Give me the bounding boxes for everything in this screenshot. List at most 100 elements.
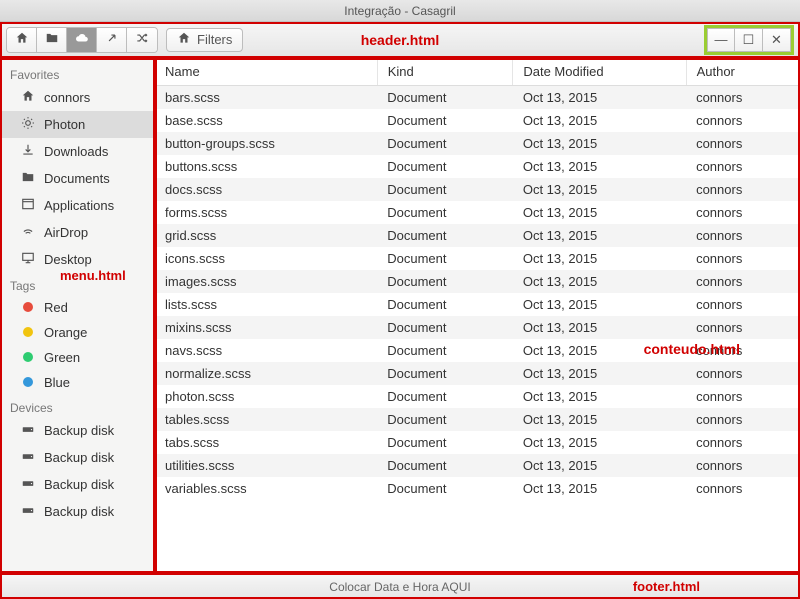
table-row[interactable]: images.scssDocumentOct 13, 2015connors [155,270,800,293]
cell-kind: Document [377,132,513,155]
table-row[interactable]: tables.scssDocumentOct 13, 2015connors [155,408,800,431]
maximize-button[interactable]: ☐ [735,28,763,52]
sidebar: menu.html FavoritesconnorsPhotonDownload… [0,58,155,573]
sidebar-item-label: Blue [44,375,70,390]
cell-kind: Document [377,224,513,247]
sidebar-item-backup-disk[interactable]: Backup disk [0,444,154,471]
cell-kind: Document [377,201,513,224]
cell-kind: Document [377,339,513,362]
sidebar-item-red[interactable]: Red [0,295,154,320]
cell-author: connors [686,431,799,454]
sidebar-item-backup-disk[interactable]: Backup disk [0,498,154,525]
sidebar-item-label: AirDrop [44,225,88,240]
sidebar-item-label: Documents [44,171,110,186]
folder-button[interactable] [37,28,67,52]
cloud-icon [75,31,89,48]
toolbar: Filters header.html ― ☐ ✕ [0,22,800,58]
cell-name: utilities.scss [155,454,377,477]
sidebar-item-documents[interactable]: Documents [0,165,154,192]
cell-kind: Document [377,270,513,293]
cell-kind: Document [377,178,513,201]
minimize-button[interactable]: ― [707,28,735,52]
sidebar-item-photon[interactable]: Photon [0,111,154,138]
table-row[interactable]: photon.scssDocumentOct 13, 2015connors [155,385,800,408]
table-row[interactable]: icons.scssDocumentOct 13, 2015connors [155,247,800,270]
sidebar-item-backup-disk[interactable]: Backup disk [0,417,154,444]
cell-author: connors [686,247,799,270]
table-row[interactable]: button-groups.scssDocumentOct 13, 2015co… [155,132,800,155]
table-row[interactable]: lists.scssDocumentOct 13, 2015connors [155,293,800,316]
table-row[interactable]: buttons.scssDocumentOct 13, 2015connors [155,155,800,178]
cell-author: connors [686,293,799,316]
column-date-modified[interactable]: Date Modified [513,58,686,86]
minimize-icon: ― [715,32,728,47]
cell-date: Oct 13, 2015 [513,385,686,408]
column-kind[interactable]: Kind [377,58,513,86]
cell-name: normalize.scss [155,362,377,385]
cell-date: Oct 13, 2015 [513,155,686,178]
popout-button[interactable] [97,28,127,52]
drive-icon [20,503,36,520]
sidebar-item-label: Backup disk [44,450,114,465]
cell-name: photon.scss [155,385,377,408]
table-row[interactable]: normalize.scssDocumentOct 13, 2015connor… [155,362,800,385]
close-button[interactable]: ✕ [763,28,791,52]
cell-kind: Document [377,155,513,178]
cell-kind: Document [377,247,513,270]
maximize-icon: ☐ [743,32,755,48]
cell-kind: Document [377,362,513,385]
shuffle-button[interactable] [127,28,157,52]
table-row[interactable]: mixins.scssDocumentOct 13, 2015connors [155,316,800,339]
sidebar-item-blue[interactable]: Blue [0,370,154,395]
filters-label: Filters [197,32,232,47]
sidebar-item-green[interactable]: Green [0,345,154,370]
cell-date: Oct 13, 2015 [513,109,686,132]
orange-dot-icon [20,325,36,340]
cell-author: connors [686,109,799,132]
cell-date: Oct 13, 2015 [513,293,686,316]
column-author[interactable]: Author [686,58,799,86]
cell-date: Oct 13, 2015 [513,316,686,339]
drive-icon [20,476,36,493]
table-row[interactable]: tabs.scssDocumentOct 13, 2015connors [155,431,800,454]
cell-date: Oct 13, 2015 [513,454,686,477]
cell-date: Oct 13, 2015 [513,201,686,224]
cell-name: button-groups.scss [155,132,377,155]
column-name[interactable]: Name [155,58,377,86]
home-icon [20,89,36,106]
cell-name: grid.scss [155,224,377,247]
filters-button[interactable]: Filters [166,28,243,52]
table-row[interactable]: variables.scssDocumentOct 13, 2015connor… [155,477,800,500]
sidebar-item-airdrop[interactable]: AirDrop [0,219,154,246]
cell-author: connors [686,201,799,224]
sidebar-item-label: Backup disk [44,504,114,519]
table-row[interactable]: forms.scssDocumentOct 13, 2015connors [155,201,800,224]
table-row[interactable]: base.scssDocumentOct 13, 2015connors [155,109,800,132]
cell-date: Oct 13, 2015 [513,178,686,201]
sidebar-item-orange[interactable]: Orange [0,320,154,345]
file-table: NameKindDate ModifiedAuthor bars.scssDoc… [155,58,800,500]
footer-text: Colocar Data e Hora AQUI [329,580,470,594]
cell-date: Oct 13, 2015 [513,247,686,270]
folder-icon [45,31,59,48]
sidebar-item-backup-disk[interactable]: Backup disk [0,471,154,498]
cell-name: mixins.scss [155,316,377,339]
cell-date: Oct 13, 2015 [513,132,686,155]
cell-date: Oct 13, 2015 [513,224,686,247]
table-row[interactable]: docs.scssDocumentOct 13, 2015connors [155,178,800,201]
cloud-button[interactable] [67,28,97,52]
sidebar-item-connors[interactable]: connors [0,84,154,111]
table-row[interactable]: utilities.scssDocumentOct 13, 2015connor… [155,454,800,477]
folder-icon [20,170,36,187]
cell-kind: Document [377,454,513,477]
table-row[interactable]: bars.scssDocumentOct 13, 2015connors [155,86,800,110]
sidebar-item-downloads[interactable]: Downloads [0,138,154,165]
table-row[interactable]: grid.scssDocumentOct 13, 2015connors [155,224,800,247]
home-button[interactable] [7,28,37,52]
sidebar-item-applications[interactable]: Applications [0,192,154,219]
cell-author: connors [686,132,799,155]
cell-date: Oct 13, 2015 [513,86,686,110]
cell-name: tabs.scss [155,431,377,454]
cell-date: Oct 13, 2015 [513,477,686,500]
cell-kind: Document [377,408,513,431]
